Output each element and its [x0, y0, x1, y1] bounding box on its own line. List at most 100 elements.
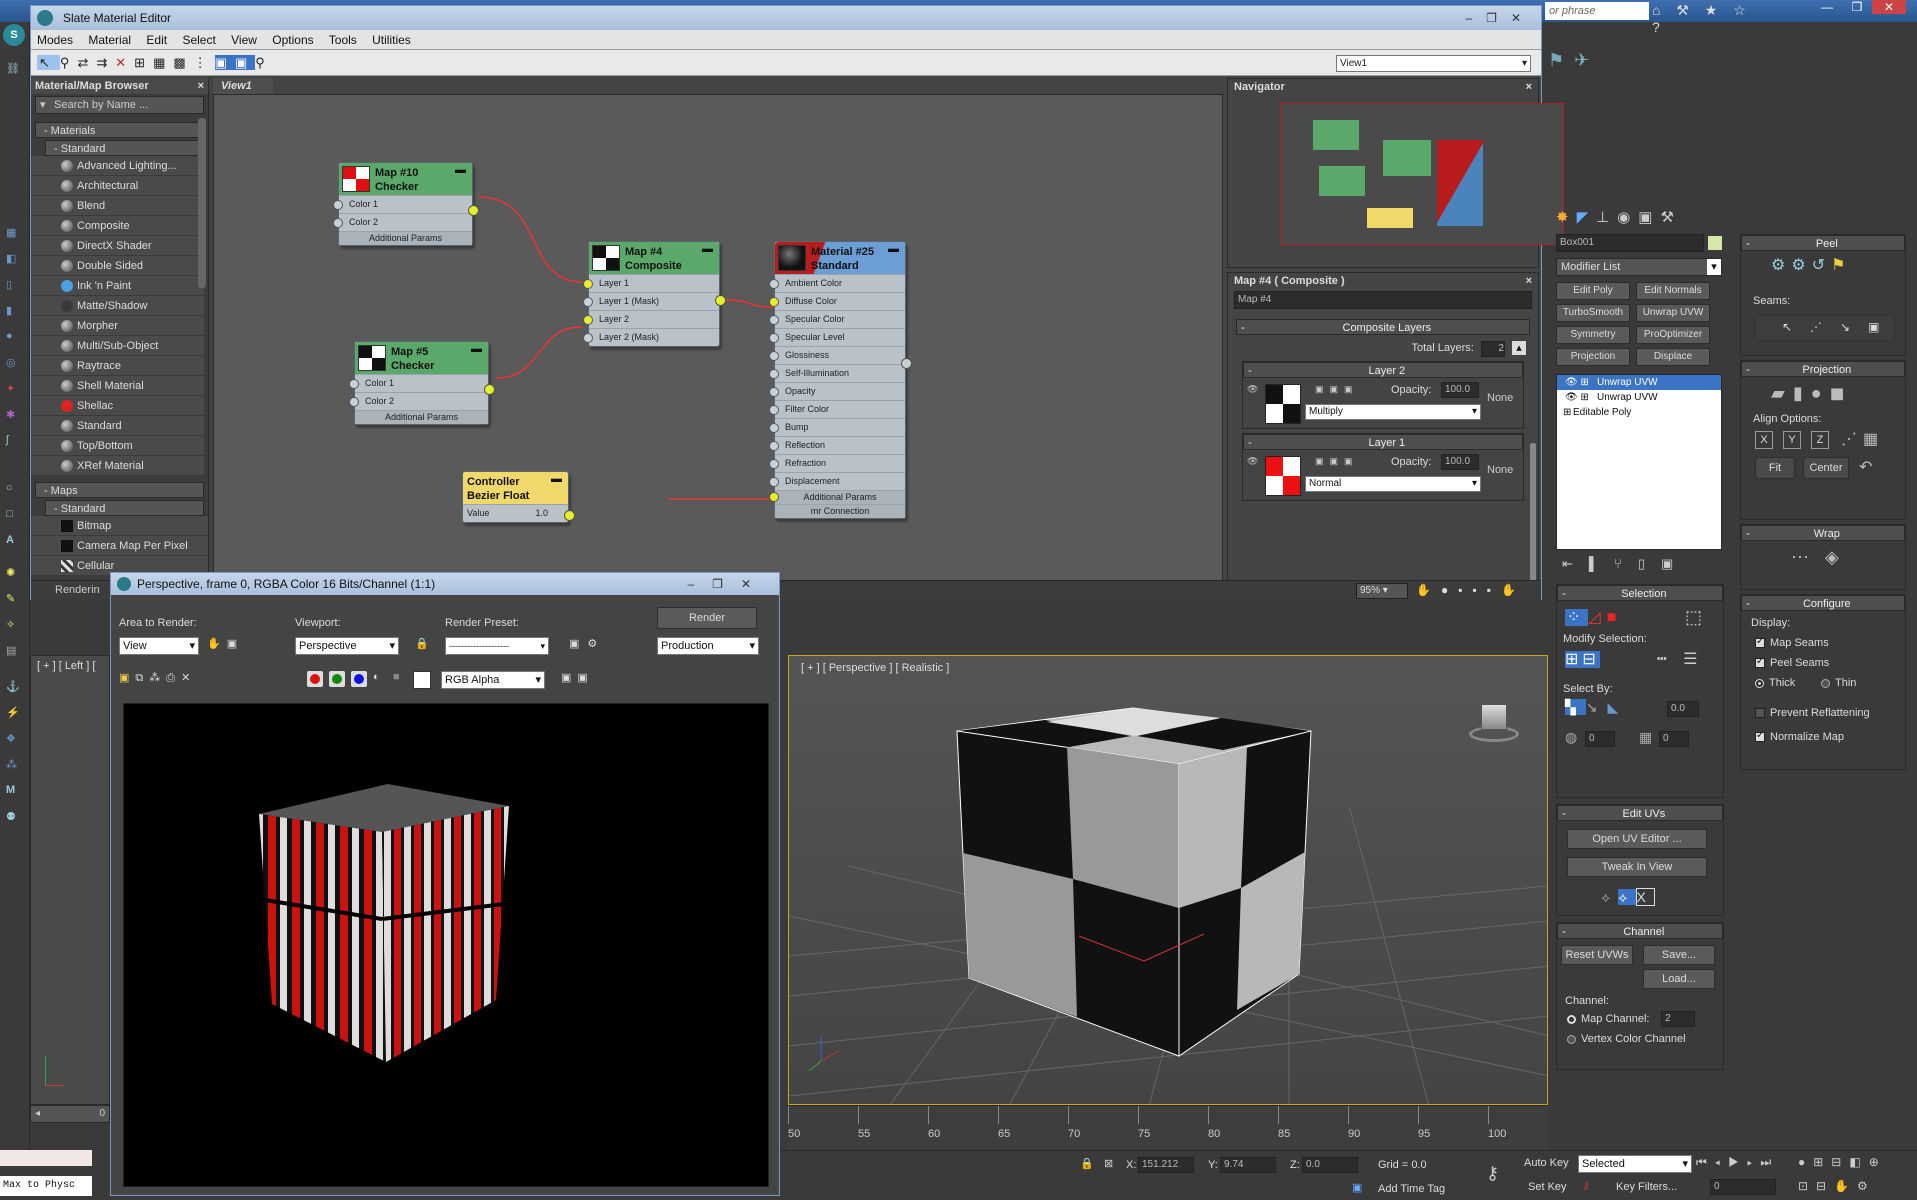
layer2-mask-icons[interactable]: ▣▣▣	[1315, 384, 1359, 395]
total-layers-spinner[interactable]: 2	[1480, 341, 1505, 357]
torus-icon[interactable]: ◎	[6, 356, 24, 374]
x-coordinate-field[interactable]: 151.212	[1138, 1157, 1194, 1173]
save-image-icon[interactable]: ▣	[119, 672, 129, 684]
layer2-visibility-icon[interactable]: 👁	[1247, 384, 1259, 396]
particles-icon[interactable]: ✱	[6, 408, 24, 426]
params-icon[interactable]: ▣	[234, 55, 256, 70]
assign-material-icon[interactable]: ⇉	[96, 55, 115, 70]
view-dropdown[interactable]: View1 ▾	[1336, 55, 1531, 72]
auto-key-button[interactable]: Auto Key	[1524, 1157, 1569, 1169]
reset-rotation-icon[interactable]: ↶	[1859, 457, 1872, 477]
text-shape-icon[interactable]: A	[6, 534, 24, 552]
mono-toggle-icon[interactable]: ■	[393, 671, 400, 683]
timeline-ruler[interactable]: 50 55 60 65 70 75 80 85 90 95 100	[788, 1105, 1548, 1149]
select-spinner-a[interactable]: 0	[1585, 731, 1615, 747]
node-map5-checker[interactable]: Map #5 Checker ▬ Color 1 Color 2 Addition…	[349, 341, 495, 425]
shape-circle-icon[interactable]: ○	[6, 482, 24, 500]
render-minimize-icon[interactable]: –	[687, 577, 712, 591]
wrap-rollout-header[interactable]: - Wrap	[1741, 525, 1905, 541]
slot-ambient-color[interactable]: Ambient Color	[769, 274, 905, 292]
projection-button[interactable]: Projection	[1556, 348, 1630, 366]
left-viewport-label[interactable]: [ + ] [ Left ] [	[31, 656, 109, 672]
node-map10-checker[interactable]: Map #10 Checker ▬ Color 1 Color 2 Additio…	[333, 162, 479, 246]
red-channel-toggle[interactable]	[307, 671, 323, 687]
blue-channel-toggle[interactable]	[351, 671, 367, 687]
bone-icon[interactable]: ✦	[6, 382, 24, 400]
thick-radio[interactable]: Thick	[1755, 677, 1795, 689]
center-button[interactable]: Center	[1803, 457, 1849, 479]
light-icon[interactable]: ✺	[6, 566, 24, 584]
app-logo-icon[interactable]: S	[3, 24, 25, 46]
slate-maximize-icon[interactable]: ❐	[1486, 11, 1511, 25]
material-item[interactable]: DirectX Shader	[31, 236, 204, 256]
material-item[interactable]: Composite	[31, 216, 204, 236]
slot-value[interactable]: Value 1.0	[463, 504, 568, 522]
y-coordinate-field[interactable]: 9.74	[1220, 1157, 1276, 1173]
prevent-reflattening-checkbox[interactable]: Prevent Reflattening	[1755, 707, 1870, 719]
slot-diffuse-color[interactable]: Diffuse Color	[769, 292, 905, 310]
slate-close-icon[interactable]: ✕	[1511, 11, 1535, 25]
node-map10-header[interactable]: Map #10 Checker ▬	[339, 163, 472, 195]
standard-maps-header[interactable]: - Standard	[45, 500, 204, 516]
node-map4-composite[interactable]: Map #4 Composite ▬ Layer 1 Layer 1 (Mask)…	[583, 241, 726, 347]
edit-normals-button[interactable]: Edit Normals	[1636, 282, 1710, 300]
menu-options[interactable]: Options	[272, 33, 313, 47]
material-item[interactable]: Raytrace	[31, 356, 204, 376]
peel-rollout-header[interactable]: - Peel	[1741, 235, 1905, 251]
systems-icon[interactable]: ❖	[6, 732, 24, 750]
symmetry-button[interactable]: Symmetry	[1556, 326, 1630, 344]
slot-glossiness[interactable]: Glossiness	[769, 346, 905, 364]
standard-materials-header[interactable]: - Standard	[45, 140, 204, 156]
slot-filter-color[interactable]: Filter Color	[769, 400, 905, 418]
material-item[interactable]: Ink 'n Paint	[31, 276, 204, 296]
print-icon[interactable]: ⎙	[166, 672, 175, 684]
menu-modes[interactable]: Modes	[37, 33, 73, 47]
layer2-color-swatch[interactable]	[1265, 384, 1301, 424]
layer1-opacity-spinner[interactable]: 100.0	[1441, 454, 1479, 470]
slot-reflection[interactable]: Reflection	[769, 436, 905, 454]
edit-poly-button[interactable]: Edit Poly	[1556, 282, 1630, 300]
tweak-in-view-button[interactable]: Tweak In View	[1567, 857, 1707, 877]
frame-icons[interactable]: ▣▣	[561, 671, 594, 684]
additional-params[interactable]: Additional Params	[769, 490, 905, 504]
element-mode-icon[interactable]: ⬚	[1685, 607, 1702, 628]
channel-dropdown[interactable]: RGB Alpha ▾	[441, 671, 545, 689]
materials-group-header[interactable]: - Materials	[35, 122, 204, 138]
hook-icon[interactable]: ʃ	[6, 434, 24, 452]
background-icon[interactable]: ▩	[173, 55, 193, 70]
menu-material[interactable]: Material	[88, 33, 131, 47]
node-material25-standard[interactable]: Material #25 Standard ▬ Ambient Color Diff…	[769, 241, 912, 519]
slot-color2[interactable]: Color 2	[349, 392, 488, 410]
playback-controls[interactable]: ⏮◂▶▸⏭	[1696, 1155, 1779, 1170]
current-frame-field[interactable]: 0	[1710, 1179, 1776, 1195]
copy-image-icon[interactable]: ⧉	[135, 672, 143, 684]
rendered-image[interactable]	[123, 703, 769, 1187]
maps-group-header[interactable]: - Maps	[35, 482, 204, 498]
browser-scrollbar[interactable]	[198, 118, 206, 288]
map-item[interactable]: Bitmap	[31, 516, 208, 536]
map-seams-checkbox[interactable]: Map Seams	[1755, 636, 1829, 649]
set-key-button[interactable]: Set Key	[1528, 1181, 1567, 1193]
render-close-icon[interactable]: ✕	[741, 577, 769, 591]
slate-title-bar[interactable]: Slate Material Editor –❐✕	[31, 6, 1541, 30]
displace-button[interactable]: Displace	[1636, 348, 1710, 366]
minimize-icon[interactable]: —	[1812, 0, 1842, 14]
pick-material-icon[interactable]: ⚲	[60, 55, 78, 70]
layer2-blend-mode[interactable]: Multiply ▾	[1305, 404, 1481, 420]
select-by-icons[interactable]: ▚↘◣	[1565, 699, 1628, 716]
object-color-swatch[interactable]	[1708, 236, 1722, 250]
material-item[interactable]: Blend	[31, 196, 204, 216]
wrap-tool-icons[interactable]: ⋯◈	[1791, 547, 1855, 568]
output-socket[interactable]	[484, 384, 495, 395]
render-button[interactable]: Render	[657, 607, 757, 629]
slot-specular-color[interactable]: Specular Color	[769, 310, 905, 328]
key-mode-icon[interactable]: ⚷	[1582, 1179, 1590, 1192]
map-name-field[interactable]: Map #4	[1234, 291, 1532, 309]
collapse-icon[interactable]: ▬	[455, 163, 466, 177]
layer1-none-button[interactable]: None	[1487, 464, 1513, 476]
material-item[interactable]: Advanced Lighting...	[31, 156, 204, 176]
layer1-color-swatch[interactable]	[1265, 456, 1301, 496]
viewcube-gizmo[interactable]	[1461, 698, 1521, 742]
node-map5-header[interactable]: Map #5 Checker ▬	[355, 342, 488, 374]
material-item[interactable]: Matte/Shadow	[31, 296, 204, 316]
